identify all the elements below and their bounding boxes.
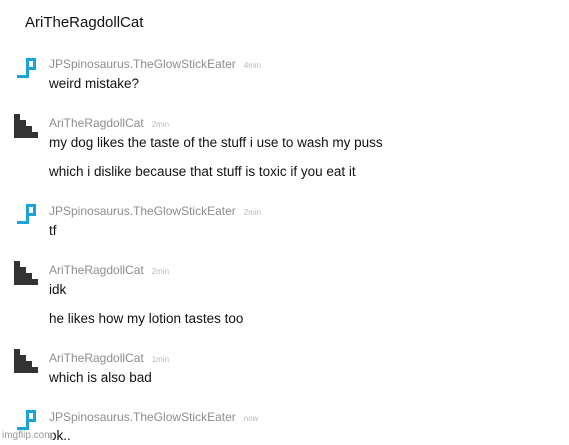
message-header: AriTheRagdollCat 2min [49,263,169,277]
timestamp: 1min [151,355,170,364]
message-header: AriTheRagdollCat 1min [49,351,169,365]
black-staircase-avatar-icon[interactable] [14,349,38,373]
chat-title: AriTheRagdollCat [25,14,144,31]
message-text: my dog likes the taste of the stuff i us… [49,135,383,150]
timestamp: 2min [151,267,170,276]
username[interactable]: AriTheRagdollCat [49,351,144,365]
blue-pixel-avatar-icon[interactable] [14,408,38,432]
black-staircase-avatar-icon[interactable] [14,261,38,285]
message-text: idk [49,282,67,297]
message-text: he likes how my lotion tastes too [49,311,244,326]
timestamp: 2min [243,208,262,217]
message-header: JPSpinosaurus.TheGlowStickEater 4min [49,57,261,71]
username[interactable]: AriTheRagdollCat [49,263,144,277]
username[interactable]: JPSpinosaurus.TheGlowStickEater [49,410,236,424]
message-header: AriTheRagdollCat 2min [49,116,169,130]
blue-pixel-avatar-icon[interactable] [14,202,38,226]
message-text: which i dislike because that stuff is to… [49,164,356,179]
timestamp: 2min [151,120,170,129]
message-header: JPSpinosaurus.TheGlowStickEater now [49,410,258,424]
username[interactable]: AriTheRagdollCat [49,116,144,130]
message-text: which is also bad [49,370,152,385]
blue-pixel-avatar-icon[interactable] [14,56,38,80]
timestamp: 4min [243,61,262,70]
username[interactable]: JPSpinosaurus.TheGlowStickEater [49,57,236,71]
message-header: JPSpinosaurus.TheGlowStickEater 2min [49,204,261,218]
username[interactable]: JPSpinosaurus.TheGlowStickEater [49,204,236,218]
timestamp: now [243,414,259,423]
message-text: tf [49,223,57,238]
watermark: imgflip.com [2,430,53,441]
message-text: weird mistake? [49,76,140,91]
black-staircase-avatar-icon[interactable] [14,114,38,138]
